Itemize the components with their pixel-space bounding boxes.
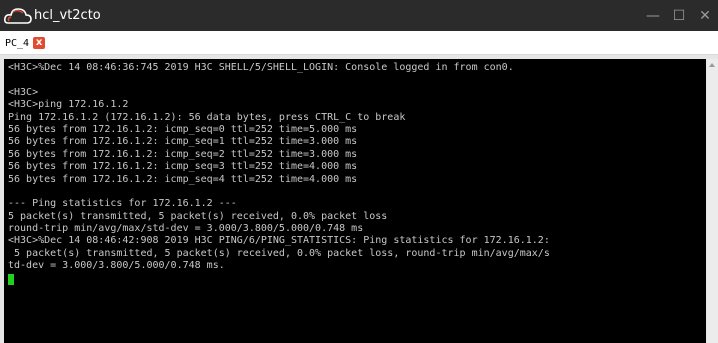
terminal-output: <H3C>%Dec 14 08:46:36:745 2019 H3C SHELL… bbox=[8, 62, 550, 285]
terminal-line: 56 bytes from 172.16.1.2: icmp_seq=4 ttl… bbox=[8, 173, 358, 185]
window-title: hcl_vt2cto bbox=[34, 8, 101, 23]
terminal-line: <H3C>ping 172.16.1.2 bbox=[8, 99, 129, 111]
vertical-scrollbar[interactable] bbox=[707, 59, 718, 343]
terminal-line: round-trip min/avg/max/std-dev = 3.000/3… bbox=[8, 223, 364, 235]
terminal-line: <H3C> bbox=[8, 86, 39, 98]
window-controls: — ☐ ✕ bbox=[640, 0, 718, 31]
terminal-line: 5 packet(s) transmitted, 5 packet(s) rec… bbox=[8, 210, 388, 222]
close-icon[interactable]: x bbox=[33, 37, 46, 49]
terminal-line: td-dev = 3.000/3.800/5.000/0.748 ms. bbox=[8, 260, 225, 272]
terminal-line: 5 packet(s) transmitted, 5 packet(s) rec… bbox=[8, 247, 550, 259]
window-titlebar: hcl_vt2cto — ☐ ✕ bbox=[0, 0, 718, 31]
maximize-button[interactable]: ☐ bbox=[666, 0, 692, 31]
terminal-line: 56 bytes from 172.16.1.2: icmp_seq=2 ttl… bbox=[8, 148, 358, 160]
scroll-up-arrow-icon[interactable] bbox=[709, 63, 715, 67]
terminal-line: Ping 172.16.1.2 (172.16.1.2): 56 data by… bbox=[8, 111, 406, 123]
minimize-button[interactable]: — bbox=[640, 0, 666, 31]
terminal-line: <H3C>%Dec 14 08:46:36:745 2019 H3C SHELL… bbox=[8, 62, 514, 73]
terminal-line: 56 bytes from 172.16.1.2: icmp_seq=3 ttl… bbox=[8, 161, 358, 173]
session-tabbar: PC_4 x bbox=[0, 31, 718, 55]
terminal-line: --- Ping statistics for 172.16.1.2 --- bbox=[8, 198, 237, 210]
text-cursor bbox=[8, 273, 14, 285]
tab-pc4[interactable]: PC_4 x bbox=[2, 34, 46, 52]
terminal-frame: <H3C>%Dec 14 08:46:36:745 2019 H3C SHELL… bbox=[0, 55, 718, 343]
terminal-line: 56 bytes from 172.16.1.2: icmp_seq=0 ttl… bbox=[8, 123, 358, 135]
terminal-prompt-line bbox=[8, 273, 550, 285]
terminal-line: <H3C>%Dec 14 08:46:42:908 2019 H3C PING/… bbox=[8, 235, 550, 247]
close-window-button[interactable]: ✕ bbox=[692, 0, 718, 31]
terminal-line: 56 bytes from 172.16.1.2: icmp_seq=1 ttl… bbox=[8, 136, 358, 148]
terminal-console[interactable]: <H3C>%Dec 14 08:46:36:745 2019 H3C SHELL… bbox=[4, 59, 706, 343]
cloud-icon bbox=[4, 5, 32, 27]
tab-label: PC_4 bbox=[5, 37, 30, 49]
